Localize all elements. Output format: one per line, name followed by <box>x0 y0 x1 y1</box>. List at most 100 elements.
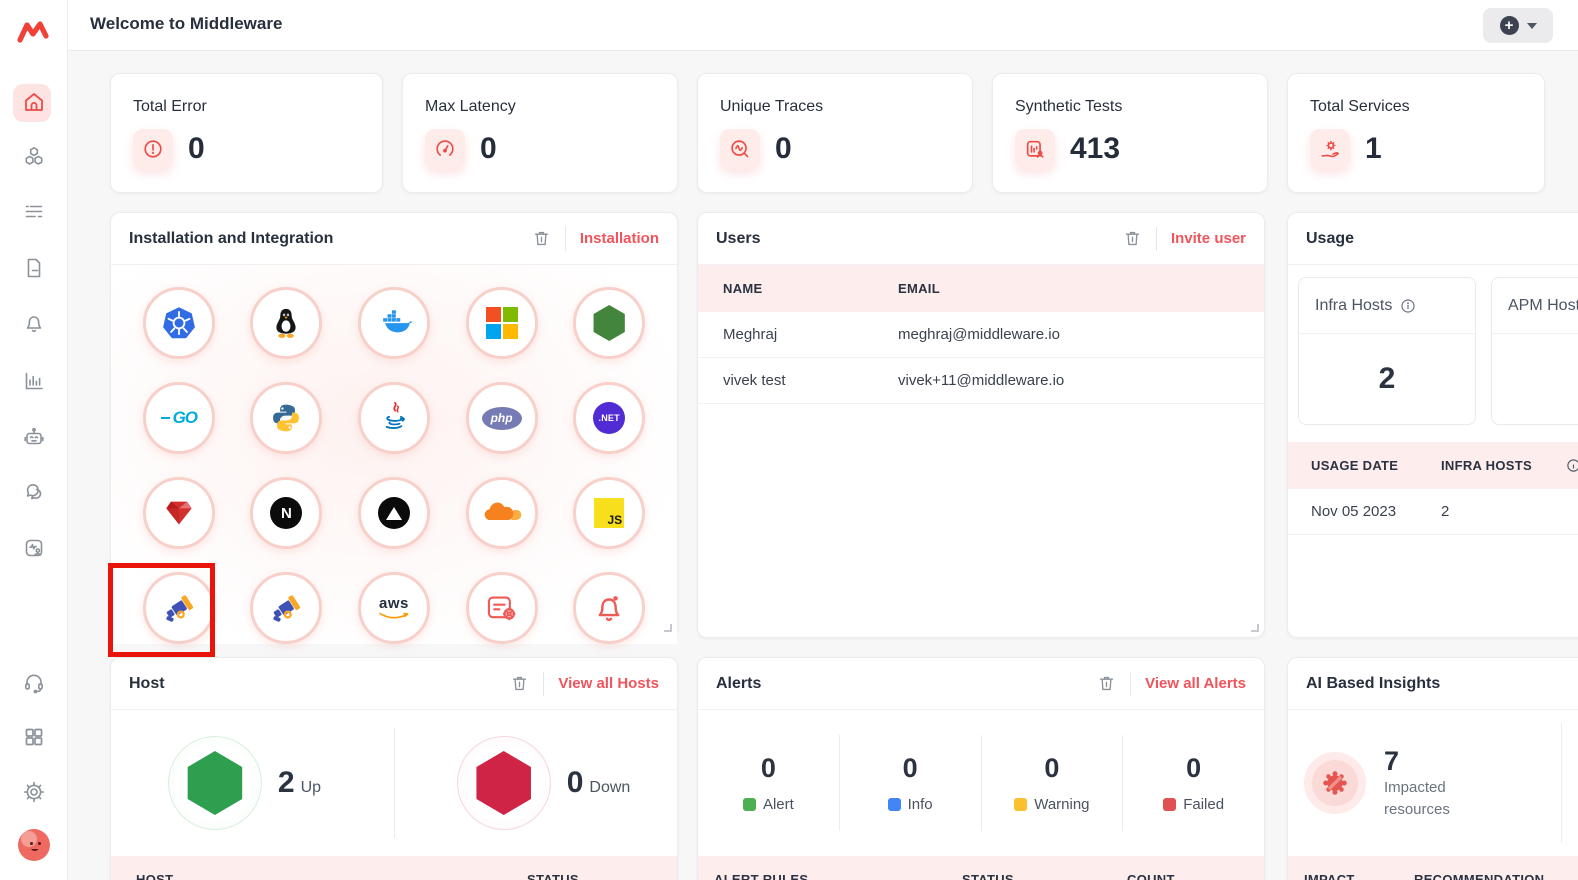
stat-value: 0 <box>480 132 497 165</box>
aws-icon: aws <box>378 596 410 621</box>
view-all-alerts-link[interactable]: View all Alerts <box>1145 675 1246 692</box>
stat-label: Synthetic Tests <box>1015 98 1123 115</box>
notifications-bell-icon[interactable] <box>21 310 47 336</box>
synthetic-monitor-icon <box>1015 129 1055 169</box>
integration-linux[interactable] <box>250 287 323 359</box>
user-name: Meghraj <box>723 326 778 343</box>
integration-nodejs[interactable] <box>573 287 646 359</box>
usage-card-infra-hosts: Infra Hosts 2 <box>1298 277 1476 425</box>
dotnet-icon: .NET <box>593 402 626 434</box>
col-infra-hosts: INFRA HOSTS <box>1441 458 1532 473</box>
table-row[interactable]: vivek test vivek+11@middleware.io <box>698 358 1264 404</box>
integration-docker[interactable] <box>357 287 430 359</box>
stat-card-total-services: Total Services 1 <box>1287 73 1545 193</box>
col-host: HOST <box>136 872 174 880</box>
add-button[interactable]: + <box>1483 8 1553 43</box>
col-recommendation: RECOMMENDATION <box>1414 872 1545 880</box>
stat-label: Total Error <box>133 98 207 115</box>
integration-cloudflare[interactable] <box>465 477 538 549</box>
integration-dotnet[interactable]: .NET <box>573 382 646 454</box>
integration-vercel[interactable] <box>357 477 430 549</box>
vercel-icon <box>377 497 410 529</box>
warning-square-icon <box>1014 798 1028 811</box>
stat-card-synthetic-tests: Synthetic Tests 413 <box>992 73 1268 193</box>
stat-label: Unique Traces <box>720 98 824 115</box>
rum-icon[interactable] <box>21 535 47 561</box>
stat-card-max-latency: Max Latency 0 <box>402 73 678 193</box>
hosts-down-value: 0 <box>566 766 584 799</box>
alert-count: 0 <box>760 753 776 783</box>
usage-card-label: APM Hosts <box>1508 296 1578 314</box>
caret-down-icon <box>1526 22 1537 29</box>
reports-chart-icon[interactable] <box>21 368 47 394</box>
integration-kubernetes[interactable] <box>142 287 215 359</box>
alert-square-icon <box>742 798 756 811</box>
stat-label: Total Services <box>1310 98 1410 115</box>
invite-user-link[interactable]: Invite user <box>1171 230 1246 247</box>
failed-count: 0 <box>1186 753 1202 783</box>
info-count: 0 <box>902 753 918 783</box>
col-count: COUNT <box>1127 872 1175 880</box>
info-icon <box>1567 459 1578 472</box>
view-all-hosts-link[interactable]: View all Hosts <box>558 675 659 692</box>
settings-gear-icon[interactable] <box>21 779 47 805</box>
service-hand-icon <box>1310 129 1350 169</box>
integration-nextjs[interactable]: N <box>250 477 323 549</box>
linux-icon <box>276 308 296 338</box>
integration-ruby[interactable] <box>142 477 215 549</box>
integration-alert-bell[interactable] <box>573 572 646 644</box>
integration-javascript[interactable]: JS <box>573 477 646 549</box>
table-row[interactable]: Meghraj meghraj@middleware.io <box>698 312 1264 358</box>
trash-icon[interactable] <box>510 674 529 693</box>
integration-golang[interactable]: GO <box>142 382 215 454</box>
integration-java[interactable] <box>357 382 430 454</box>
integration-python[interactable] <box>250 382 323 454</box>
golang-icon: GO <box>160 408 198 428</box>
usage-date: Nov 05 2023 <box>1311 503 1397 520</box>
support-headset-icon[interactable] <box>21 670 47 696</box>
integration-billing[interactable] <box>465 572 538 644</box>
col-status: STATUS <box>527 872 579 880</box>
info-square-icon <box>887 798 901 811</box>
user-email: meghraj@middleware.io <box>898 326 1060 343</box>
trash-icon[interactable] <box>532 229 551 248</box>
docker-icon <box>377 310 413 333</box>
warning-stat: 0 Warning <box>980 735 1123 831</box>
usage-card-apm-hosts: APM Hosts 0 <box>1491 277 1578 425</box>
integration-aws[interactable]: aws <box>357 572 430 644</box>
col-name: NAME <box>723 281 763 296</box>
chat-icon[interactable] <box>21 479 47 505</box>
bot-icon[interactable] <box>21 424 47 450</box>
info-icon[interactable] <box>1400 298 1416 314</box>
col-impact: IMPACT <box>1304 872 1355 880</box>
stat-label: Max Latency <box>425 98 516 115</box>
home-icon[interactable] <box>21 89 47 115</box>
stat-value: 0 <box>188 132 205 165</box>
integration-php[interactable]: php <box>465 382 538 454</box>
info-stat: 0 Info <box>838 735 981 831</box>
col-email: EMAIL <box>898 281 940 296</box>
apps-grid-icon[interactable] <box>21 724 47 750</box>
document-icon[interactable] <box>21 255 47 281</box>
alert-label: Alert <box>762 796 794 813</box>
trash-icon[interactable] <box>1123 229 1142 248</box>
resize-handle[interactable] <box>664 624 672 632</box>
panel-title: Alerts <box>716 674 762 692</box>
logs-icon[interactable] <box>21 199 47 225</box>
bell-dot-icon <box>598 596 620 621</box>
trash-icon[interactable] <box>1097 674 1116 693</box>
sidebar <box>0 0 68 880</box>
gauge-icon <box>425 129 465 169</box>
panel-title: Host <box>129 674 165 692</box>
integration-telescope[interactable] <box>250 572 323 644</box>
services-icon[interactable] <box>21 144 47 170</box>
middleware-logo-icon[interactable] <box>16 16 50 48</box>
resize-handle[interactable] <box>1251 624 1259 632</box>
integration-windows[interactable] <box>465 287 538 359</box>
panel-title: AI Based Insights <box>1306 674 1441 692</box>
user-avatar[interactable] <box>17 828 51 862</box>
page-title: Welcome to Middleware <box>90 14 283 33</box>
failed-label: Failed <box>1183 796 1225 813</box>
down-hexagon-icon <box>476 751 531 815</box>
installation-link[interactable]: Installation <box>580 230 659 247</box>
